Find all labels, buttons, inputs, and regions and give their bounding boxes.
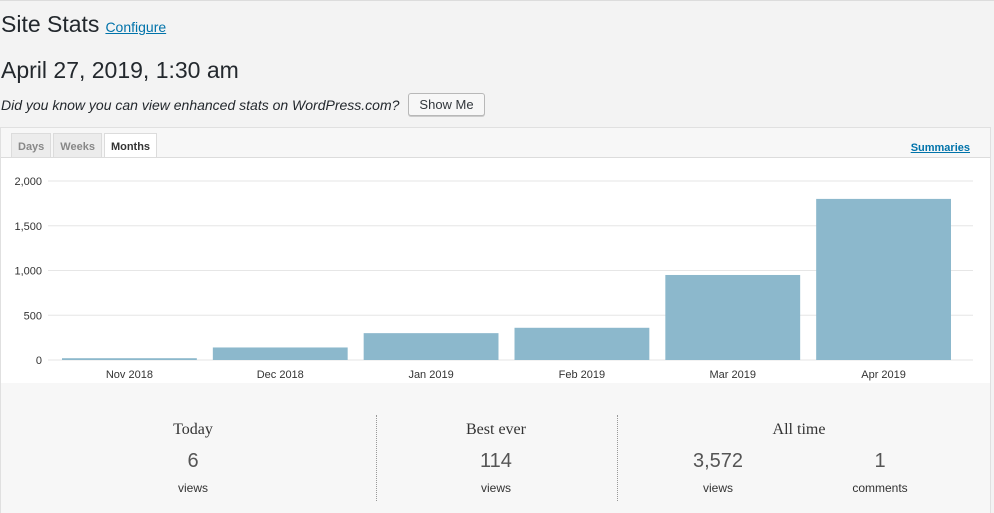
summary-divider	[376, 415, 377, 501]
y-tick-label: 1,500	[14, 221, 42, 233]
bar-feb-2019[interactable]	[514, 327, 650, 360]
best-ever-value: 114	[480, 450, 512, 472]
show-me-button[interactable]: Show Me	[408, 93, 485, 116]
x-tick-label: Dec 2018	[257, 369, 304, 381]
today-heading: Today	[173, 421, 213, 438]
stats-panel: Days Weeks Months Summaries 0 500 1,000 1,5…	[0, 127, 991, 513]
title-row: Site Stats Configure	[1, 11, 166, 38]
tab-months[interactable]: Months	[103, 133, 158, 158]
all-time-heading: All time	[772, 421, 826, 438]
bar-jan-2019[interactable]	[363, 333, 499, 360]
y-tick-label: 500	[24, 310, 42, 322]
best-ever-heading: Best ever	[466, 421, 526, 438]
date-heading: April 27, 2019, 1:30 am	[1, 57, 239, 83]
summaries-link[interactable]: Summaries	[911, 142, 970, 154]
x-tick-label: Mar 2019	[710, 369, 756, 381]
promo-row: Did you know you can view enhanced stats…	[1, 93, 485, 116]
best-ever-unit: views	[480, 481, 511, 495]
x-tick-label: Apr 2019	[861, 369, 906, 381]
chart-area: 0 500 1,000 1,500 2,000 Nov 2018 Dec 2018 Jan 2…	[1, 157, 990, 383]
views-bar-chart: 0 500 1,000 1,500 2,000 Nov 2018 Dec 2018 Jan 2…	[14, 176, 973, 381]
tab-weeks[interactable]: Weeks	[53, 133, 102, 158]
page-title: Site Stats	[1, 11, 100, 37]
bar-nov-2018[interactable]	[62, 358, 197, 360]
today-unit: views	[177, 481, 208, 495]
bar-apr-2019[interactable]	[816, 198, 951, 360]
tab-days[interactable]: Days	[11, 133, 52, 158]
today-value: 6	[187, 450, 199, 472]
site-stats-page: Site Stats Configure April 27, 2019, 1:3…	[0, 0, 994, 513]
bar-mar-2019[interactable]	[665, 274, 801, 360]
y-tick-label: 0	[36, 355, 42, 367]
bar-dec-2018[interactable]	[212, 347, 348, 360]
y-tick-label: 2,000	[14, 176, 42, 188]
x-tick-label: Nov 2018	[106, 369, 153, 381]
x-tick-label: Jan 2019	[408, 369, 453, 381]
all-time-comments-unit: comments	[852, 481, 908, 495]
y-tick-label: 1,000	[14, 266, 42, 278]
configure-link[interactable]: Configure	[105, 19, 166, 35]
x-tick-label: Feb 2019	[559, 369, 605, 381]
promo-text: Did you know you can view enhanced stats…	[1, 96, 400, 113]
all-time-comments-value: 1	[874, 450, 886, 472]
period-tabs: Days Weeks Months	[11, 133, 158, 158]
summary-section: Today 6 views Best ever 114 views All ti…	[1, 381, 990, 513]
